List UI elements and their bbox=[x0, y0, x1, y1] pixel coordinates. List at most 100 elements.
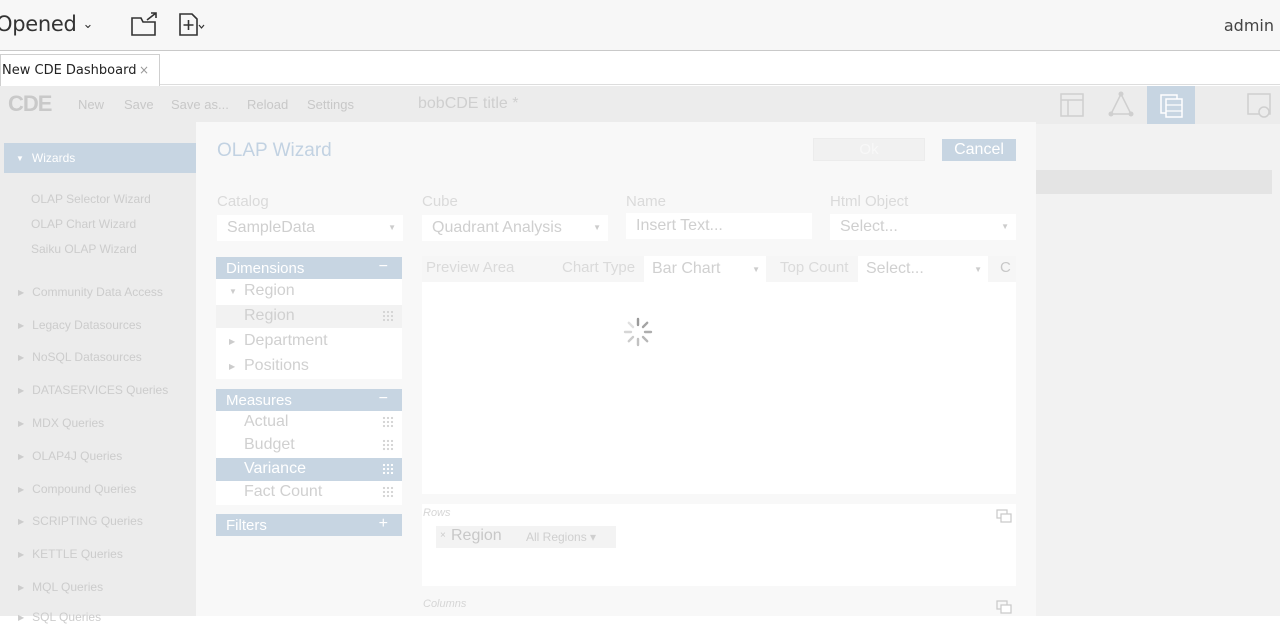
measure-item[interactable]: Actual bbox=[216, 411, 402, 434]
measure-item-selected[interactable]: Variance bbox=[216, 458, 402, 481]
menu-new[interactable]: New bbox=[78, 97, 104, 112]
datasource-group[interactable]: ▶ Community Data Access bbox=[18, 285, 163, 299]
cde-toolbar: CDE New Save Save as... Reload Settings … bbox=[0, 86, 1280, 124]
measure-item[interactable]: Budget bbox=[216, 434, 402, 457]
datasource-group[interactable]: ▶ DATASERVICES Queries bbox=[18, 383, 168, 397]
dimension-department[interactable]: ▶ Department bbox=[216, 330, 402, 353]
dimension-region-level[interactable]: Region bbox=[216, 305, 402, 328]
wizard-item[interactable]: Saiku OLAP Wizard bbox=[31, 242, 137, 256]
tree-label: Department bbox=[244, 332, 328, 349]
caret-right-icon: ▶ bbox=[18, 353, 25, 362]
cde-logo: CDE bbox=[8, 91, 52, 116]
expand-icon[interactable]: + bbox=[379, 515, 388, 533]
html-object-select[interactable]: Select... ▼ bbox=[830, 214, 1016, 240]
copy-icon[interactable] bbox=[996, 509, 1012, 523]
drag-handle-icon[interactable] bbox=[382, 416, 394, 428]
dashboard-title: bobCDE title * bbox=[418, 95, 519, 112]
chart-type-select[interactable]: Bar Chart ▼ bbox=[644, 256, 766, 282]
dropdown-arrow-icon: ▼ bbox=[593, 223, 601, 232]
group-label: OLAP4J Queries bbox=[32, 449, 123, 463]
copy-icon[interactable] bbox=[996, 600, 1012, 614]
preview-toolbar: Preview Area Chart Type Bar Chart ▼ Top C… bbox=[422, 256, 1016, 282]
ok-button[interactable]: Ok bbox=[813, 138, 925, 161]
dialog-title: OLAP Wizard bbox=[217, 140, 332, 161]
menu-reload[interactable]: Reload bbox=[247, 97, 288, 112]
open-folder-icon[interactable] bbox=[130, 12, 160, 38]
datasource-group[interactable]: ▶ Compound Queries bbox=[18, 482, 136, 496]
caret-right-icon: ▶ bbox=[18, 452, 25, 461]
cube-select[interactable]: Quadrant Analysis ▼ bbox=[422, 215, 608, 241]
loading-spinner-icon bbox=[623, 317, 653, 347]
dimensions-header[interactable]: Dimensions − bbox=[216, 257, 402, 279]
dropdown-arrow-icon: ▼ bbox=[388, 223, 396, 232]
chip-filter[interactable]: All Regions ▾ bbox=[526, 530, 596, 544]
group-label: DATASERVICES Queries bbox=[32, 383, 169, 397]
datasource-group[interactable]: ▶ SCRIPTING Queries bbox=[18, 514, 143, 528]
top-count-select[interactable]: Select... ▼ bbox=[858, 256, 988, 282]
tree-label: Positions bbox=[244, 357, 309, 374]
group-label: MDX Queries bbox=[32, 416, 105, 430]
dimension-region-folder[interactable]: ▼ Region bbox=[216, 280, 402, 303]
measures-header[interactable]: Measures − bbox=[216, 389, 402, 411]
wizard-item[interactable]: OLAP Selector Wizard bbox=[31, 192, 151, 206]
caret-right-icon: ▶ bbox=[18, 419, 25, 428]
components-view-icon[interactable] bbox=[1097, 86, 1145, 124]
preview-icon[interactable] bbox=[1238, 86, 1280, 124]
cube-value: Quadrant Analysis bbox=[432, 219, 562, 236]
cube-label: Cube bbox=[422, 193, 458, 210]
datasource-group[interactable]: ▶ MQL Queries bbox=[18, 580, 103, 594]
datasource-group[interactable]: ▶ KETTLE Queries bbox=[18, 547, 123, 561]
opened-label: Opened bbox=[0, 12, 77, 36]
layout-view-icon[interactable] bbox=[1048, 86, 1096, 124]
name-input[interactable]: Insert Text... bbox=[626, 213, 812, 239]
refresh-icon[interactable]: C bbox=[1000, 259, 1011, 276]
tab-new-cde-dashboard[interactable]: New CDE Dashboard × bbox=[0, 54, 160, 86]
preview-label: Preview Area bbox=[426, 259, 515, 276]
drag-handle-icon[interactable] bbox=[382, 463, 394, 475]
properties-header bbox=[1036, 170, 1272, 194]
datasource-sidebar: ▼ Wizards OLAP Selector Wizard OLAP Chart… bbox=[0, 124, 204, 624]
collapse-icon[interactable]: − bbox=[379, 390, 388, 408]
caret-right-icon: ▶ bbox=[229, 362, 236, 371]
caret-down-icon: ▼ bbox=[16, 154, 24, 163]
catalog-select[interactable]: SampleData ▼ bbox=[217, 215, 403, 241]
datasource-group[interactable]: ▶ SQL Queries bbox=[18, 610, 101, 624]
group-label: Legacy Datasources bbox=[32, 318, 142, 332]
caret-right-icon: ▶ bbox=[18, 583, 25, 592]
tree-label: Region bbox=[244, 282, 295, 299]
user-menu[interactable]: admin bbox=[1224, 16, 1274, 35]
chart-type-label: Chart Type bbox=[562, 259, 636, 276]
group-label: SCRIPTING Queries bbox=[32, 514, 143, 528]
menu-save-as[interactable]: Save as... bbox=[171, 97, 229, 112]
measure-label: Actual bbox=[244, 413, 289, 430]
caret-down-icon: ▼ bbox=[229, 287, 237, 296]
datasources-view-icon[interactable] bbox=[1147, 86, 1195, 124]
caret-right-icon: ▶ bbox=[18, 613, 25, 622]
group-label: Compound Queries bbox=[32, 482, 137, 496]
group-label: SQL Queries bbox=[32, 610, 102, 624]
datasource-group[interactable]: ▶ NoSQL Datasources bbox=[18, 350, 142, 364]
drag-handle-icon[interactable] bbox=[382, 439, 394, 451]
datasource-group[interactable]: ▶ OLAP4J Queries bbox=[18, 449, 122, 463]
drag-handle-icon[interactable] bbox=[382, 310, 394, 322]
new-file-icon[interactable] bbox=[178, 12, 208, 38]
close-icon[interactable]: × bbox=[139, 63, 149, 77]
wizards-group[interactable]: ▼ Wizards bbox=[4, 143, 204, 173]
datasource-group[interactable]: ▶ MDX Queries bbox=[18, 416, 104, 430]
menu-settings[interactable]: Settings bbox=[307, 97, 354, 112]
drag-handle-icon[interactable] bbox=[382, 486, 394, 498]
dimension-positions[interactable]: ▶ Positions bbox=[216, 355, 402, 378]
remove-icon[interactable]: × bbox=[440, 530, 446, 541]
dropdown-arrow-icon: ▼ bbox=[752, 265, 760, 274]
tab-title: New CDE Dashboard bbox=[2, 63, 137, 78]
datasource-group[interactable]: ▶ Legacy Datasources bbox=[18, 318, 142, 332]
rows-chip-region[interactable]: × Region All Regions ▾ bbox=[436, 526, 616, 548]
collapse-icon[interactable]: − bbox=[379, 258, 388, 276]
menu-save[interactable]: Save bbox=[124, 97, 154, 112]
opened-menu[interactable]: Opened ⌄ bbox=[0, 12, 93, 36]
cancel-button[interactable]: Cancel bbox=[942, 139, 1016, 161]
wizard-item[interactable]: OLAP Chart Wizard bbox=[31, 217, 136, 231]
dimensions-label: Dimensions bbox=[226, 260, 305, 277]
filters-header[interactable]: Filters + bbox=[216, 514, 402, 536]
measure-item[interactable]: Fact Count bbox=[216, 481, 402, 504]
